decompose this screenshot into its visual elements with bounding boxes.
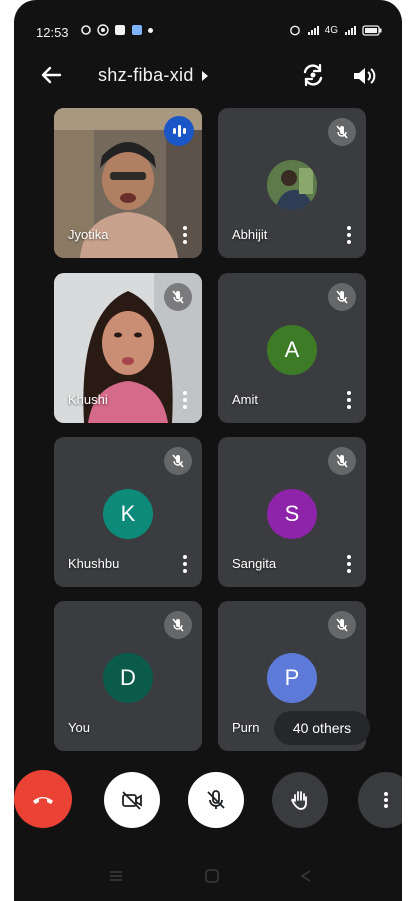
more-options-icon[interactable] — [182, 555, 188, 573]
avatar: K — [103, 489, 153, 539]
chevron-right-icon — [201, 70, 208, 81]
recent-apps-icon[interactable] — [108, 869, 124, 883]
system-icons: 4G — [289, 24, 382, 36]
more-options-icon[interactable] — [346, 226, 352, 244]
participant-name: You — [68, 720, 90, 735]
switch-camera-icon[interactable] — [298, 60, 328, 90]
participant-tile-you[interactable]: D You — [54, 601, 202, 751]
raise-hand-button[interactable] — [272, 772, 328, 828]
alarm-icon — [289, 25, 300, 36]
participant-name: Sangita — [232, 556, 277, 571]
others-count-pill[interactable]: 40 others — [274, 711, 370, 745]
participant-tile-amit[interactable]: A Amit — [218, 273, 366, 423]
participant-tile-khushbu[interactable]: K Khushbu — [54, 437, 202, 587]
participant-tile-sangita[interactable]: S Sangita — [218, 437, 366, 587]
participant-tile-abhijit[interactable]: Abhijit — [218, 108, 366, 258]
participant-tile-jyotika[interactable]: Jyotika — [54, 108, 202, 258]
more-options-icon[interactable] — [346, 555, 352, 573]
camera-off-icon — [122, 791, 142, 810]
profile-photo — [267, 160, 317, 210]
notification-icons — [80, 24, 153, 36]
back-arrow-icon[interactable] — [38, 62, 64, 88]
network-type-label: 4G — [324, 24, 338, 36]
more-notifications-dot — [148, 27, 153, 33]
phone-hangup-icon — [33, 797, 53, 804]
more-vertical-icon — [384, 792, 388, 808]
participant-name: Khushi — [68, 392, 108, 407]
avatar: P — [267, 653, 317, 703]
more-options-button[interactable] — [358, 772, 402, 828]
speaking-indicator-icon — [164, 116, 194, 146]
participant-name: Amit — [232, 392, 258, 407]
sync-icon — [81, 25, 91, 35]
call-header: shz-fiba-xid — [14, 56, 402, 96]
mic-toggle-button[interactable] — [188, 772, 244, 828]
raise-hand-icon — [291, 791, 307, 810]
participant-tile-khushi[interactable]: Khushi — [54, 273, 202, 423]
mic-off-icon — [164, 611, 192, 639]
mic-off-icon — [207, 790, 225, 809]
more-options-icon[interactable] — [182, 226, 188, 244]
meet-icon — [132, 25, 142, 35]
meeting-title[interactable]: shz-fiba-xid — [98, 65, 208, 86]
speaker-icon[interactable] — [350, 62, 378, 90]
back-nav-icon[interactable] — [298, 869, 314, 883]
mic-off-icon — [328, 283, 356, 311]
participant-name: Khushbu — [68, 556, 120, 571]
more-options-icon[interactable] — [346, 391, 352, 409]
signal-icon-2 — [345, 26, 356, 35]
system-nav-bar — [14, 851, 402, 901]
mic-off-icon — [328, 447, 356, 475]
gallery-icon — [115, 25, 125, 35]
mic-off-icon — [164, 447, 192, 475]
whatsapp-icon — [97, 24, 109, 36]
camera-toggle-button[interactable] — [104, 772, 160, 828]
more-options-icon[interactable] — [182, 391, 188, 409]
meeting-code: shz-fiba-xid — [98, 65, 194, 85]
participant-name: Purn — [232, 720, 260, 735]
battery-icon — [362, 24, 382, 36]
mic-off-icon — [328, 118, 356, 146]
mic-off-icon — [328, 611, 356, 639]
phone-screen: 12:53 4G shz-fiba-xid Jyotika Abhijit Kh… — [14, 0, 402, 901]
participant-name: Abhijit — [232, 227, 268, 242]
avatar: A — [267, 325, 317, 375]
status-time: 12:53 — [36, 25, 69, 40]
avatar: S — [267, 489, 317, 539]
avatar: D — [103, 653, 153, 703]
home-icon[interactable] — [204, 869, 220, 883]
signal-icon — [307, 26, 319, 35]
mic-off-icon — [164, 283, 192, 311]
participant-name: Jyotika — [68, 227, 109, 242]
status-bar: 12:53 4G — [14, 0, 402, 62]
end-call-button[interactable] — [14, 770, 72, 828]
